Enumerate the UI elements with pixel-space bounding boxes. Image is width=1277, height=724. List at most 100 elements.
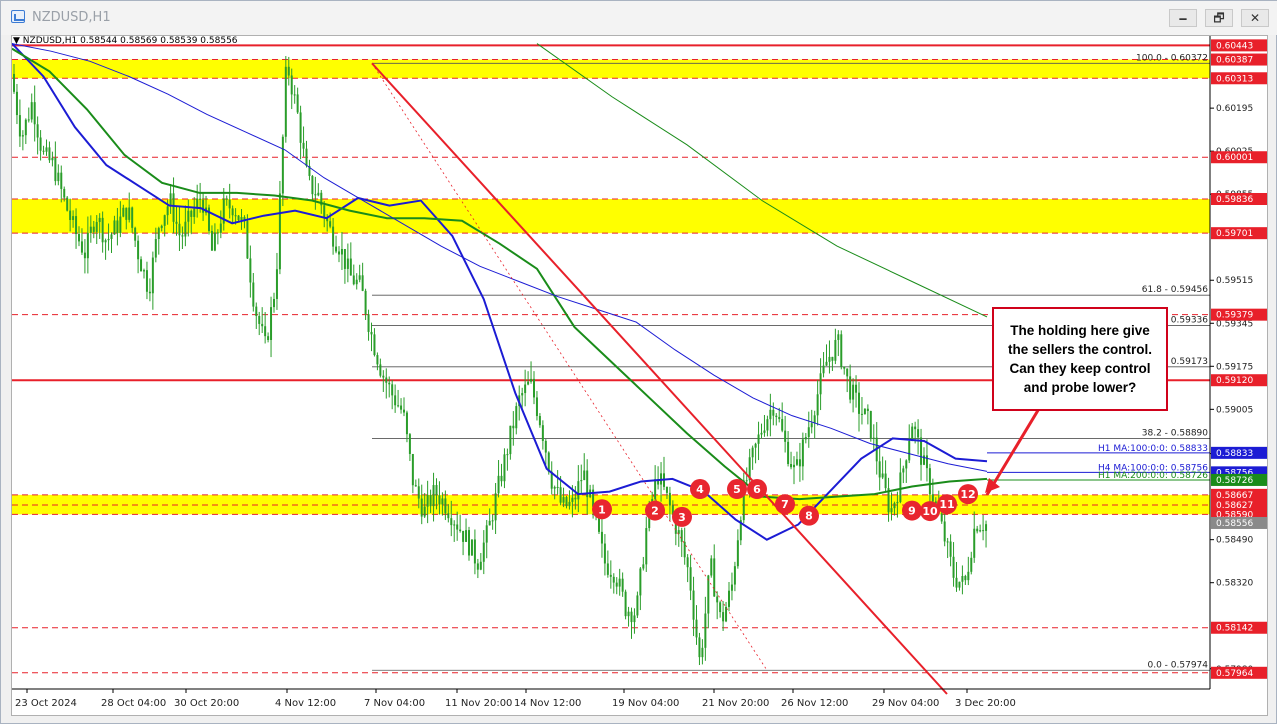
candle-body — [476, 563, 479, 570]
marker-label-11: 11 — [939, 498, 954, 511]
candle-body — [137, 240, 140, 260]
candle-body — [72, 216, 75, 221]
restore-button[interactable]: 🗗 — [1205, 9, 1233, 27]
price-tag-label-0: 0.60443 — [1216, 41, 1253, 51]
candle-body — [119, 216, 122, 234]
y-tick-label-3: 0.59515 — [1216, 276, 1253, 286]
candle-body — [181, 235, 184, 237]
candle-body — [459, 529, 462, 531]
candle-body — [798, 459, 801, 467]
candle-body — [899, 472, 902, 503]
zone-0 — [12, 59, 1210, 79]
window-titlebar[interactable]: NZDUSD,H1 🗕 🗗 ✕ — [1, 1, 1277, 35]
candle-body — [609, 574, 612, 577]
candle-body — [453, 524, 456, 526]
price-tag-label-6: 0.59379 — [1216, 311, 1253, 321]
candle-body — [252, 282, 255, 307]
candle-body — [450, 518, 453, 526]
candle-body — [338, 251, 340, 255]
candle-body — [113, 220, 116, 235]
candle-body — [654, 479, 657, 500]
candle-body — [317, 192, 320, 196]
candle-body — [414, 485, 417, 487]
candle-body — [225, 198, 228, 200]
price-tag-label-3: 0.60001 — [1216, 153, 1253, 163]
candle-body — [60, 172, 63, 189]
candle-body — [506, 454, 509, 456]
candle-body — [795, 459, 798, 465]
chart-area[interactable]: 100.0 - 0.60372 61.8 - 0.59456 0.59336 0.59… — [11, 35, 1268, 716]
candle-body — [521, 393, 524, 396]
candle-body — [193, 208, 196, 217]
candle-body — [819, 373, 822, 395]
candle-body — [30, 102, 33, 120]
candle-body — [145, 270, 148, 292]
candle-body — [872, 437, 875, 439]
candle-body — [281, 136, 284, 194]
candle-body — [394, 395, 397, 406]
candle-body — [707, 575, 710, 614]
y-tick-label-9: 0.58320 — [1216, 579, 1253, 589]
candle-body — [323, 205, 326, 218]
close-button[interactable]: ✕ — [1241, 9, 1269, 27]
candle-body — [287, 66, 290, 76]
candle-body — [527, 381, 530, 385]
candle-body — [878, 461, 881, 478]
candle-body — [24, 119, 27, 136]
candle-body — [964, 576, 967, 581]
candle-body — [78, 234, 80, 242]
candle-body — [411, 453, 414, 486]
marker-label-6: 6 — [753, 483, 761, 496]
y-tick-label-5: 0.59175 — [1216, 362, 1253, 372]
candle-body — [754, 443, 757, 448]
candle-body — [104, 240, 107, 243]
candle-body — [583, 470, 586, 481]
fib-label-2: 0.59336 — [1171, 316, 1208, 326]
x-tick-label-10: 29 Nov 04:00 — [872, 698, 939, 709]
candle-body — [775, 415, 778, 418]
candle-body — [391, 384, 394, 396]
candle-body — [633, 615, 636, 623]
candle-body — [199, 198, 202, 200]
candle-body — [860, 413, 863, 415]
minimize-button[interactable]: 🗕 — [1169, 9, 1197, 27]
candle-body — [370, 331, 373, 335]
candle-body — [849, 376, 852, 400]
candle-body — [426, 494, 429, 507]
candle-body — [376, 355, 379, 365]
candle-body — [213, 232, 216, 251]
chart-window-icon — [11, 10, 25, 23]
candle-body — [190, 210, 193, 217]
candle-body — [834, 339, 837, 361]
candle-body — [905, 460, 908, 469]
candle-body — [512, 425, 515, 429]
candle-body — [335, 246, 338, 252]
candle-body — [267, 336, 270, 340]
candle-body — [435, 485, 438, 496]
price-tag-label-2: 0.60313 — [1216, 74, 1253, 84]
candle-body — [329, 221, 332, 227]
candle-body — [240, 217, 243, 221]
candle-body — [202, 199, 205, 213]
candle-body — [618, 578, 621, 587]
y-tick-label-0: 0.60195 — [1216, 104, 1253, 114]
x-tick-label-1: 28 Oct 04:00 — [101, 698, 166, 709]
candle-body — [503, 454, 506, 482]
candle-body — [902, 468, 905, 473]
x-tick-label-4: 7 Nov 04:00 — [364, 698, 425, 709]
candle-body — [101, 217, 104, 243]
candle-body — [828, 356, 831, 362]
candle-body — [125, 207, 128, 220]
price-tag-label-10: 0.58726 — [1216, 476, 1253, 486]
candle-body — [713, 558, 716, 597]
candle-body — [75, 216, 78, 235]
candle-body — [332, 226, 335, 247]
price-tag-label-15: 0.58142 — [1216, 624, 1253, 634]
y-tick-label-6: 0.59005 — [1216, 405, 1253, 415]
candle-body — [51, 157, 54, 161]
candle-body — [881, 473, 884, 478]
candle-body — [163, 215, 166, 226]
candle-body — [468, 530, 470, 556]
candle-body — [255, 306, 258, 316]
candle-body — [340, 248, 343, 255]
